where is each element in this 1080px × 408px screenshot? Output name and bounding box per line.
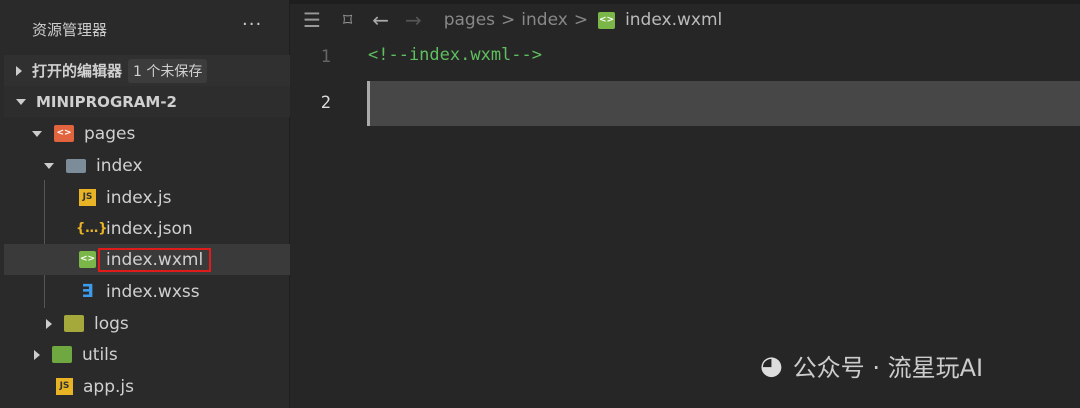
forward-arrow-icon[interactable]: → [405, 8, 422, 32]
breadcrumb-separator: > [573, 10, 589, 30]
code-editor[interactable]: ☰ ⌑ ← → pages > index > <> index.wxml 1 … [291, 0, 1080, 408]
tree-item-label: utils [82, 344, 118, 365]
tree-item-label: index.wxss [106, 281, 200, 302]
wxml-file-icon: <> [598, 11, 616, 29]
tree-item-label: index.json [106, 218, 193, 239]
tree-item-label: pages [84, 123, 136, 144]
tree-item-logs[interactable]: logs [4, 308, 290, 339]
breadcrumb-pages[interactable]: pages [444, 10, 495, 30]
chevron-down-icon [16, 98, 26, 105]
chevron-down-icon [44, 162, 54, 169]
breadcrumb-separator: > [501, 10, 516, 30]
explorer-sidebar: 资源管理器 ··· 打开的编辑器 1 个未保存 MINIPROGRAM-2 <>… [0, 0, 290, 408]
breadcrumb-file[interactable]: index.wxml [625, 10, 722, 30]
breadcrumb-index[interactable]: index [521, 10, 568, 30]
more-actions-button[interactable]: ··· [242, 14, 262, 35]
code-line-comment: <!--index.wxml--> [368, 45, 542, 65]
chevron-down-icon [32, 130, 42, 137]
folder-utils-icon [52, 346, 72, 363]
unsaved-badge: 1 个未保存 [128, 58, 208, 83]
tree-item-app-js[interactable]: JS app.js [4, 371, 290, 402]
watermark: ◕ 公众号 · 流星玩AI [760, 348, 983, 383]
open-editors-section[interactable]: 打开的编辑器 1 个未保存 [4, 55, 290, 86]
chevron-right-icon [34, 349, 40, 360]
back-arrow-icon[interactable]: ← [372, 8, 389, 32]
list-icon[interactable]: ☰ [303, 8, 321, 32]
wechat-icon: ◕ [760, 350, 783, 381]
js-file-icon: JS [79, 189, 96, 206]
tree-item-label: index.js [106, 187, 172, 208]
folder-open-icon [66, 158, 86, 173]
chevron-right-icon [16, 65, 22, 76]
css-file-icon: ∃ [81, 281, 94, 302]
section-label: 打开的编辑器 [32, 62, 123, 80]
tree-item-label: logs [94, 313, 129, 334]
tree-item-index-folder[interactable]: index [4, 150, 290, 181]
project-section[interactable]: MINIPROGRAM-2 [4, 86, 290, 117]
wxml-file-icon: <> [79, 251, 96, 268]
line-number: 2 [320, 93, 331, 113]
tree-item-label: index.wxml [98, 247, 212, 272]
tree-item-pages[interactable]: <> pages [4, 118, 290, 149]
js-file-icon: JS [56, 378, 73, 395]
tree-item-index-wxml[interactable]: <> index.wxml [4, 244, 290, 275]
tree-item-label: app.js [83, 376, 134, 397]
folder-pages-icon: <> [54, 125, 74, 142]
folder-logs-icon [64, 315, 84, 332]
line-number: 1 [320, 47, 331, 67]
explorer-title: 资源管理器 [32, 21, 108, 39]
tree-item-label: index [96, 155, 143, 176]
section-label: MINIPROGRAM-2 [36, 92, 177, 111]
current-line-highlight [367, 81, 1080, 126]
tree-item-index-wxss[interactable]: ∃ index.wxss [4, 276, 290, 307]
watermark-text: 公众号 · 流星玩AI [792, 354, 984, 382]
tree-item-index-js[interactable]: JS index.js [4, 182, 290, 213]
tree-item-index-json[interactable]: {…} index.json [4, 213, 290, 244]
chevron-right-icon [46, 318, 52, 329]
json-file-icon: {…} [76, 221, 108, 236]
bookmark-icon[interactable]: ⌑ [343, 10, 352, 31]
editor-toolbar: ☰ ⌑ ← → pages > index > <> index.wxml [291, 6, 722, 34]
tree-item-utils[interactable]: utils [4, 339, 290, 370]
